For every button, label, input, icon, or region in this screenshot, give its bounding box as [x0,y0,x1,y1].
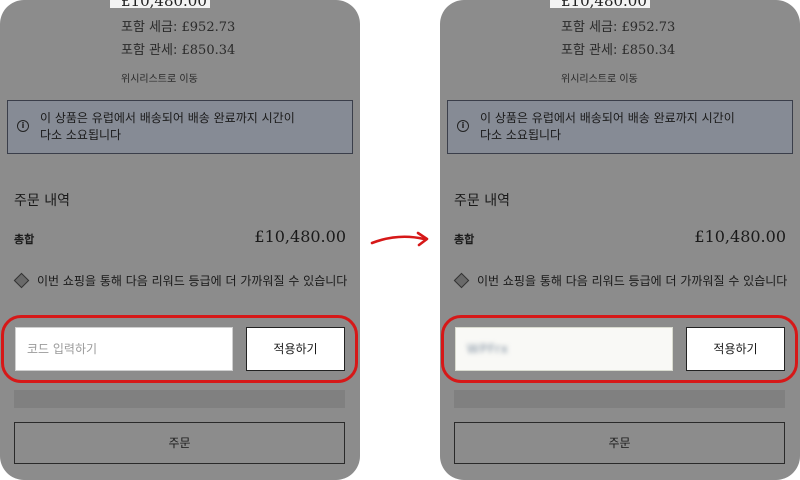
reward-message: 이번 쇼핑을 통해 다음 리워드 등급에 더 가까워질 수 있습니다 [13,272,347,289]
order-button[interactable]: 주문 [14,422,345,464]
promo-highlight-frame [441,315,798,383]
info-icon: i [457,120,469,132]
tax-line: 포함 세금: £952.73 [121,20,236,35]
shipping-notice: i 이 상품은 유럽에서 배송되어 배송 완료까지 시간이 다소 소요됩니다 [7,100,353,154]
total-value: £10,480.00 [254,227,346,246]
duty-line: 포함 관세: £850.34 [121,43,236,58]
order-button[interactable]: 주문 [454,422,785,464]
product-price: £10,480.00 [561,0,647,10]
placeholder-bar [14,390,345,408]
tax-line: 포함 세금: £952.73 [561,20,676,35]
order-summary-title: 주문 내역 [454,193,510,209]
total-label: 총합 [454,233,475,246]
promo-highlight-frame [1,315,358,383]
total-value: £10,480.00 [694,227,786,246]
placeholder-bar [454,390,785,408]
order-summary-title: 주문 내역 [14,193,70,209]
arrow-right-icon [370,231,429,247]
shipping-notice: i 이 상품은 유럽에서 배송되어 배송 완료까지 시간이 다소 소요됩니다 [447,100,793,154]
product-price: £10,480.00 [121,0,207,10]
checkout-panel-after: £10,480.00 포함 세금: £952.73 포함 관세: £850.34… [440,0,800,480]
info-icon: i [17,120,29,132]
shipping-notice-text: 이 상품은 유럽에서 배송되어 배송 완료까지 시간이 다소 소요됩니다 [480,111,735,142]
shipping-notice-text: 이 상품은 유럽에서 배송되어 배송 완료까지 시간이 다소 소요됩니다 [40,111,295,142]
reward-message: 이번 쇼핑을 통해 다음 리워드 등급에 더 가까워질 수 있습니다 [453,272,787,289]
move-to-wishlist-link[interactable]: 위시리스트로 이동 [121,70,198,85]
checkout-panel-before: £10,480.00 포함 세금: £952.73 포함 관세: £850.34… [0,0,360,480]
duty-line: 포함 관세: £850.34 [561,43,676,58]
diamond-icon [453,272,470,289]
diamond-icon [13,272,30,289]
move-to-wishlist-link[interactable]: 위시리스트로 이동 [561,70,638,85]
total-label: 총합 [14,233,35,246]
